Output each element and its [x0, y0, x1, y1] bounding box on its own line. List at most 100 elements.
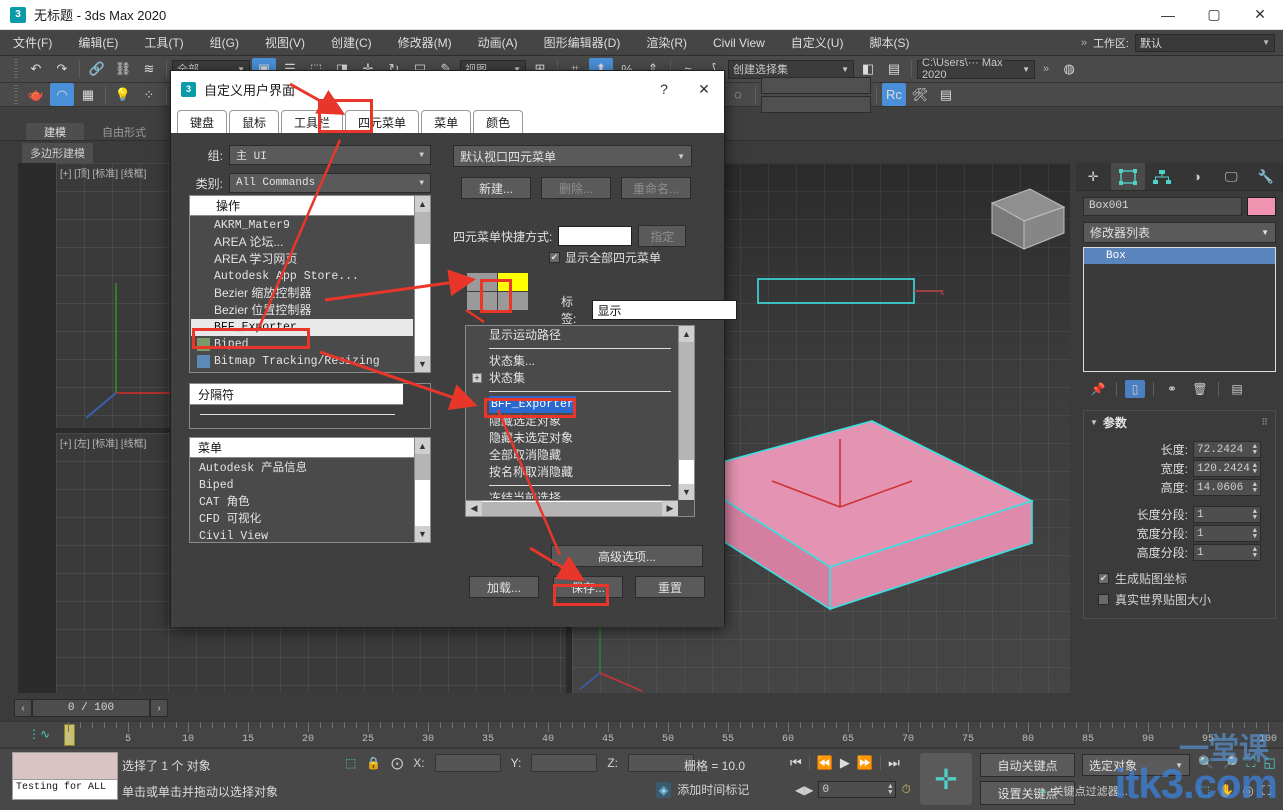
quad-item-row[interactable]: + 状态集 [467, 370, 677, 387]
render-setup-icon[interactable]: ▦ [76, 83, 100, 106]
param-field-height[interactable]: 14.0606 ▲ ▼ [1193, 479, 1261, 496]
selection-lock-region-icon[interactable]: ⬚ [345, 756, 356, 770]
menu-edit[interactable]: 编辑(E) [65, 30, 131, 56]
pan-region-icon[interactable]: ⬚ [1198, 783, 1210, 799]
checkbox-generate-uv[interactable]: ✔ [1098, 573, 1109, 584]
scrollbar-thumb[interactable] [415, 454, 430, 480]
scroll-up-icon[interactable]: ▲ [415, 196, 430, 212]
goto-end-icon[interactable]: ⏭ [888, 755, 900, 771]
dialog-tab-quad-menus[interactable]: 四元菜单 [345, 110, 420, 133]
scroll-left-icon[interactable]: ◀ [466, 500, 482, 516]
select-and-link-icon[interactable]: 🔗 [85, 58, 109, 81]
command-tab-modify[interactable] [1110, 163, 1145, 190]
goto-start-icon[interactable]: ⏮ [790, 755, 802, 771]
pin-stack-icon[interactable]: 📌 [1088, 380, 1108, 398]
menu-listbox[interactable]: 菜单 Autodesk 产品信息 Biped CAT 角色 CFD 可视化 Civil … [189, 437, 431, 543]
scrollbar-thumb[interactable] [415, 212, 430, 244]
minimize-button[interactable]: — [1145, 0, 1191, 30]
quad-cell-lower-right[interactable] [498, 292, 528, 310]
action-list-item[interactable]: Bookmanager-iiidea.cn [191, 370, 413, 371]
render-field-1[interactable] [761, 76, 871, 94]
spinner-icon[interactable]: ▲ ▼ [1253, 546, 1257, 559]
timeline-ruler[interactable]: ⋮∿ 0 5 10 15 20 25 30 35 40 45 50 55 60 65 70 75 80 85 90 9… [0, 721, 1283, 747]
scrollbar-thumb[interactable] [679, 342, 694, 460]
param-field-width[interactable]: 120.2424 ▲ ▼ [1193, 460, 1261, 477]
menu-tools[interactable]: 工具(T) [131, 30, 196, 56]
modifier-stack[interactable]: Box [1083, 247, 1276, 372]
action-list-item[interactable]: Bitmap Tracking/Resizing [191, 353, 413, 370]
field-of-view-icon[interactable]: ◱ [1263, 755, 1275, 771]
play-icon[interactable]: ▶ [840, 755, 850, 771]
scroll-up-icon[interactable]: ▲ [415, 438, 430, 454]
object-name-field[interactable]: Box001 [1083, 197, 1242, 216]
maxscript-mini-listener[interactable]: Testing for ALL [12, 752, 118, 800]
orbit-icon[interactable]: ◎ [1242, 783, 1253, 799]
delete-quad-set-button[interactable]: 删除... [541, 177, 611, 199]
dialog-tab-colors[interactable]: 颜色 [473, 110, 524, 133]
checkbox-real-world[interactable] [1098, 594, 1109, 605]
quad-list-hscrollbar[interactable]: ◀ ▶ [466, 500, 678, 516]
action-list-item[interactable]: AREA 论坛... [191, 234, 413, 251]
dialog-close-button[interactable]: ✕ [684, 71, 724, 107]
quad-item-row[interactable]: 按名称取消隐藏 [467, 464, 677, 481]
quad-item-row[interactable]: 显示运动路径 [467, 327, 677, 344]
dialog-tab-keyboard[interactable]: 键盘 [177, 110, 228, 133]
spinner-icon[interactable]: ▲ ▼ [1253, 481, 1257, 494]
spinner-icon[interactable]: ▲ ▼ [1253, 443, 1257, 456]
menu-list-scrollbar[interactable]: ▲ ▼ [414, 438, 430, 542]
menu-list-item[interactable]: CAT 角色 [191, 494, 413, 511]
parameters-rollout-header[interactable]: ▼ 参数 ⠿ [1084, 411, 1275, 434]
menu-rendering[interactable]: 渲染(R) [633, 30, 700, 56]
dialog-tab-toolbars[interactable]: 工具栏 [281, 110, 344, 133]
arnold-icon[interactable]: ◠ [50, 83, 74, 106]
modifier-stack-item-box[interactable]: Box [1084, 248, 1275, 264]
advanced-options-button[interactable]: 高级选项... [551, 545, 703, 567]
particles-icon[interactable]: ⁘ [137, 83, 161, 106]
quad-items-listbox[interactable]: 显示运动路径 状态集... + 状态集 BFF_Exporter 隐藏选定对象 隐藏未选定对… [465, 325, 695, 517]
assign-shortcut-button[interactable]: 指定 [638, 225, 687, 247]
action-list-item[interactable]: AKRM_Mater9 [191, 217, 413, 234]
show-all-quads-checkbox[interactable]: ✔ [549, 252, 560, 263]
toolbar-grip[interactable] [14, 59, 18, 79]
menu-civil-view[interactable]: Civil View [700, 30, 778, 56]
command-tab-motion[interactable]: ◑ [1180, 163, 1215, 190]
action-rows[interactable]: AKRM_Mater9 AREA 论坛... AREA 学习网页 Autodesk A… [191, 217, 413, 371]
menu-create[interactable]: 创建(C) [318, 30, 385, 56]
make-unique-icon[interactable]: ⚭ [1162, 380, 1182, 398]
undo-icon[interactable]: ↶ [24, 58, 48, 81]
close-button[interactable]: ✕ [1237, 0, 1283, 30]
menu-modifiers[interactable]: 修改器(M) [385, 30, 465, 56]
quad-label-input[interactable]: 显示 [592, 300, 738, 320]
zoom-icon[interactable]: 🔍 [1198, 755, 1214, 771]
time-tag-row[interactable]: ◈ 添加时间标记 [656, 781, 749, 798]
param-field-height-segs[interactable]: 1 ▲ ▼ [1193, 544, 1261, 561]
modifier-list-dropdown[interactable]: 修改器列表 ▼ [1083, 222, 1276, 243]
command-tab-hierarchy[interactable] [1145, 163, 1180, 190]
reset-button[interactable]: 重置 [635, 576, 705, 598]
toolbar-overflow-icon[interactable]: » [1037, 63, 1055, 75]
command-tab-display[interactable]: 🖵 [1214, 163, 1249, 190]
quad-item-row[interactable]: 全部取消隐藏 [467, 447, 677, 464]
project-path-dropdown[interactable]: C:\Users\··· Max 2020 ▼ [917, 57, 1035, 81]
quad-item-row[interactable]: 隐藏选定对象 [467, 413, 677, 430]
configure-modifier-sets-icon[interactable]: ▤ [1227, 380, 1247, 398]
spinner-icon[interactable]: ▲ ▼ [1253, 527, 1257, 540]
light-icon[interactable]: 💡 [111, 83, 135, 106]
key-filters-row[interactable]: ⌁ 关键点过滤器... [1040, 783, 1128, 799]
menu-list-item[interactable]: Autodesk 产品信息 [191, 460, 413, 477]
prev-frame-button[interactable]: ‹ [14, 699, 32, 717]
param-field-width-segs[interactable]: 1 ▲ ▼ [1193, 525, 1261, 542]
add-keys-button[interactable]: ✛ [920, 753, 972, 805]
mini-listener-input[interactable]: Testing for ALL [13, 779, 117, 799]
spinner-icon[interactable]: ▲ ▼ [1253, 462, 1257, 475]
delete-modifier-icon[interactable]: 🗑 [1190, 380, 1210, 398]
checkbox-row-generate-uv[interactable]: ✔ 生成贴图坐标 [1084, 568, 1275, 589]
ribbon-tab-freeform[interactable]: 自由形式 [84, 123, 164, 140]
spinner-icon[interactable]: ▲ ▼ [1253, 508, 1257, 521]
quad-item-row[interactable]: 状态集... [467, 353, 677, 370]
zoom-extents-icon[interactable]: ⛶ [1246, 755, 1255, 771]
scene-explorer-icon[interactable]: ◍ [1057, 58, 1081, 81]
scroll-down-icon[interactable]: ▼ [679, 484, 694, 500]
menu-list-item[interactable]: Civil View [191, 528, 413, 541]
menu-rows[interactable]: Autodesk 产品信息 Biped CAT 角色 CFD 可视化 Civil Vie… [191, 459, 413, 541]
